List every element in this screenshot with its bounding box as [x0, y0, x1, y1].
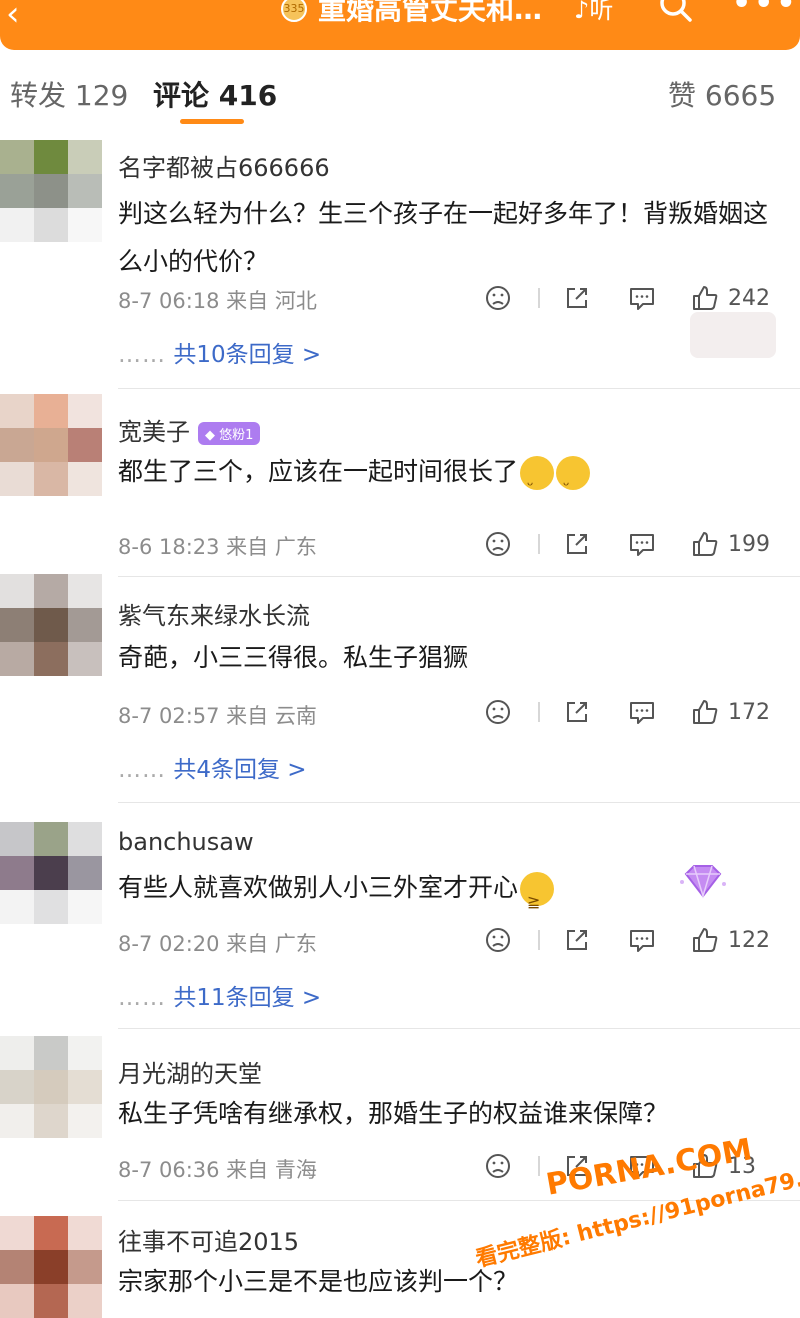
- avatar[interactable]: [0, 394, 102, 496]
- comment-text: 都生了三个，应该在一起时间很长了: [118, 457, 519, 486]
- comment-meta: 8-6 18:23 来自 广东: [118, 535, 317, 559]
- top-nav-bar: ‹ 335 重婚高管丈夫和… ♪听 •••: [0, 0, 800, 50]
- commenter-name[interactable]: 紫气东来绿水长流: [118, 596, 310, 631]
- fan-level-label: 悠粉1: [219, 427, 254, 443]
- comment-divider: [118, 802, 800, 803]
- dislike-icon[interactable]: [483, 1150, 513, 1182]
- reply-dots: ……: [118, 757, 166, 783]
- comment-icon[interactable]: [626, 696, 658, 728]
- comment-divider: [118, 576, 800, 577]
- tab-comments[interactable]: 评论 416: [153, 74, 277, 114]
- share-icon[interactable]: [562, 924, 592, 956]
- comment-icon[interactable]: [626, 924, 658, 956]
- like-button[interactable]: 242: [690, 282, 770, 314]
- commenter-name[interactable]: 名字都被占666666: [118, 148, 330, 183]
- thumbs-up-icon: [693, 532, 718, 556]
- grinning-emoji-icon: ᵕ: [556, 456, 591, 495]
- replies-link[interactable]: …… 共10条回复 >: [118, 335, 321, 369]
- comment-text-row: 有些人就喜欢做别人小三外室才开心 ≧: [118, 864, 784, 912]
- search-icon[interactable]: [656, 0, 696, 30]
- grinning-emoji-icon: ᵕ: [520, 456, 555, 495]
- avatar[interactable]: [0, 822, 102, 924]
- comment-actions: 199: [478, 528, 798, 560]
- dislike-icon[interactable]: [483, 528, 513, 560]
- comment-text: 判这么轻为什么？生三个孩子在一起好多年了！背叛婚姻这么小的代价？: [118, 199, 769, 276]
- blurred-patch: [690, 312, 776, 358]
- avatar[interactable]: [0, 1216, 102, 1318]
- comment-actions: 122: [478, 924, 798, 956]
- avatar[interactable]: [0, 140, 102, 242]
- comment-meta: 8-7 06:18 来自 河北: [118, 289, 317, 313]
- share-icon[interactable]: [562, 528, 592, 560]
- thumbs-up-icon: [693, 928, 718, 952]
- back-chevron-icon[interactable]: ‹: [6, 0, 20, 34]
- comment-meta: 8-7 02:20 来自 广东: [118, 932, 317, 956]
- comment-meta: 8-7 06:36 来自 青海: [118, 1158, 317, 1182]
- like-count: 199: [728, 531, 770, 557]
- topic-badge: 335: [281, 0, 307, 22]
- active-tab-indicator: [180, 119, 244, 124]
- listen-button[interactable]: ♪听: [574, 0, 613, 25]
- dislike-icon[interactable]: [483, 282, 513, 314]
- comment-text: 有些人就喜欢做别人小三外室才开心: [118, 873, 519, 902]
- thumbs-up-icon: [693, 700, 718, 724]
- replies-link[interactable]: …… 共4条回复 >: [118, 750, 307, 784]
- comment-divider: [118, 388, 800, 389]
- comment-text: 私生子凭啥有继承权，那婚生子的权益谁来保障？: [118, 1099, 669, 1128]
- share-icon[interactable]: [562, 282, 592, 314]
- replies-count-label: 共4条回复 >: [173, 757, 307, 783]
- reply-dots: ……: [118, 342, 166, 368]
- share-icon[interactable]: [562, 696, 592, 728]
- commenter-name-row: 宽美子 ◆ 悠粉1: [118, 412, 261, 447]
- comment-divider: [118, 1028, 800, 1029]
- dislike-icon[interactable]: [483, 924, 513, 956]
- comment-text: 宗家那个小三是不是也应该判一个？: [118, 1267, 519, 1296]
- fan-level-badge: ◆ 悠粉1: [198, 421, 261, 445]
- divider: [538, 1156, 540, 1176]
- like-button[interactable]: 199: [690, 528, 770, 560]
- commenter-name[interactable]: banchusaw: [118, 828, 254, 856]
- avatar[interactable]: [0, 574, 102, 676]
- tab-bar: 转发 129 评论 416 赞 6665: [0, 62, 800, 126]
- divider: [538, 930, 540, 950]
- commenter-name[interactable]: 宽美子: [118, 418, 190, 446]
- listen-label: 听: [589, 0, 614, 24]
- comment-text: 奇葩，小三三得很。私生子猖獗: [118, 643, 469, 672]
- like-count: 122: [728, 927, 770, 953]
- laughing-tears-emoji-icon: ≧: [520, 872, 555, 911]
- replies-count-label: 共11条回复 >: [173, 985, 322, 1011]
- like-button[interactable]: 172: [690, 696, 770, 728]
- reply-dots: ……: [118, 985, 166, 1011]
- comment-icon[interactable]: [626, 528, 658, 560]
- comment-icon[interactable]: [626, 282, 658, 314]
- tab-likes[interactable]: 赞 6665: [668, 74, 776, 114]
- divider: [538, 288, 540, 308]
- comment-actions: 242: [478, 282, 798, 314]
- comment-meta: 8-7 02:57 来自 云南: [118, 704, 317, 728]
- like-count: 172: [728, 699, 770, 725]
- more-icon[interactable]: •••: [732, 0, 799, 21]
- thumbs-up-icon: [693, 286, 718, 310]
- like-button[interactable]: 122: [690, 924, 770, 956]
- tab-repost[interactable]: 转发 129: [10, 74, 128, 114]
- replies-count-label: 共10条回复 >: [173, 342, 322, 368]
- commenter-name[interactable]: 月光湖的天堂: [118, 1054, 262, 1089]
- avatar[interactable]: [0, 1036, 102, 1138]
- comment-text-row: 都生了三个，应该在一起时间很长了 ᵕ ᵕ: [118, 448, 784, 496]
- like-count: 242: [728, 285, 770, 311]
- post-title: 重婚高管丈夫和…: [318, 0, 543, 26]
- commenter-name[interactable]: 往事不可追2015: [118, 1222, 299, 1257]
- divider: [538, 534, 540, 554]
- divider: [538, 702, 540, 722]
- comment-actions: 172: [478, 696, 798, 728]
- replies-link[interactable]: …… 共11条回复 >: [118, 978, 321, 1012]
- dislike-icon[interactable]: [483, 696, 513, 728]
